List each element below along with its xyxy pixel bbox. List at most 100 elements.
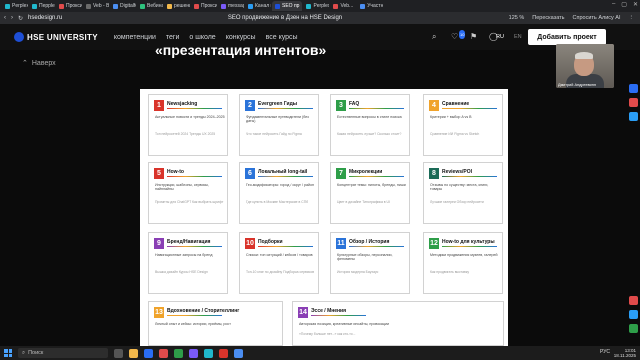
reload-icon[interactable]: ↻: [18, 15, 23, 22]
intent-card: 3 FAQ Естественные вопросы в стиле поиска К…: [330, 94, 410, 156]
forward-icon[interactable]: ›: [11, 15, 13, 21]
bookmark-icon[interactable]: ⚑: [470, 32, 479, 41]
browser-tab[interactable]: Veb - Booc: [83, 1, 109, 11]
intent-number: 11: [336, 238, 346, 249]
tab-favicon-icon: [194, 3, 199, 9]
intent-number: 7: [336, 168, 346, 179]
retell-button[interactable]: Пересказать: [532, 15, 564, 21]
sidebar-app-icon[interactable]: [629, 84, 638, 93]
url-field[interactable]: hsedesign.ru: [28, 15, 62, 21]
taskview-icon[interactable]: [114, 348, 123, 358]
lang-ru[interactable]: RU: [496, 34, 504, 40]
intent-title: How-to для культуры: [442, 239, 495, 245]
browser-tab[interactable]: решение по: [164, 1, 190, 11]
page-title: SEO продвижение в Дзен на HSE Design: [227, 15, 343, 21]
input-language[interactable]: РУС: [600, 349, 610, 355]
browser-tab[interactable]: SEO пр: [272, 1, 303, 11]
chrome-icon[interactable]: [174, 348, 183, 358]
sidebar-app-icon[interactable]: [629, 296, 638, 305]
close-icon[interactable]: ✕: [633, 1, 638, 8]
taskbar-search[interactable]: ⌕ Поиск: [18, 348, 108, 358]
browser-tab[interactable]: Perplexity: [2, 1, 28, 11]
app-icon[interactable]: [219, 348, 228, 358]
search-icon[interactable]: ⌕: [432, 32, 441, 41]
intent-card: 1 Newsjacking Актуальные новости и тренды …: [148, 94, 228, 156]
app-icon[interactable]: [204, 348, 213, 358]
sidebar-app-icon[interactable]: [629, 324, 638, 333]
intent-number: 1: [154, 100, 164, 111]
intent-examples: Топ нейросетей 2024 Тренды UX 2025: [155, 132, 216, 136]
nav-item-tags[interactable]: теги: [166, 34, 179, 41]
nav-item-all-courses[interactable]: все курсы: [266, 34, 298, 41]
menu-icon[interactable]: ⋮: [629, 15, 635, 21]
explorer-icon[interactable]: [129, 348, 138, 358]
main-nav: компетенции теги о школе конкурсы все ку…: [114, 34, 298, 41]
intent-examples: Промпты для ChatGPT Как выбрать шрифт: [155, 200, 224, 204]
intent-description: Методики продвижения музеев, галерей: [430, 253, 498, 257]
browser-tab[interactable]: Вебинары: [137, 1, 163, 11]
maximize-icon[interactable]: ▢: [621, 1, 627, 8]
intent-description: Списки: топ ситуаций / кейсов / товаров: [246, 253, 313, 257]
intent-card: 6 Локальный long-tail Гео-модификаторы: го…: [239, 162, 319, 224]
telegram-icon[interactable]: [144, 348, 153, 358]
browser-tab[interactable]: Участник: [357, 1, 383, 11]
app-icon[interactable]: [189, 348, 198, 358]
intent-number: 8: [429, 168, 439, 179]
browser-tab[interactable]: Перplexity: [29, 1, 55, 11]
intent-description: Актуальные новости и тренды 2024–2025: [155, 115, 225, 119]
sidebar-app-icon[interactable]: [629, 310, 638, 319]
slide-heading: «презентация интентов»: [155, 42, 327, 58]
ask-alice-button[interactable]: Спросить Алису AI: [573, 15, 621, 21]
back-icon[interactable]: ‹: [4, 15, 6, 21]
minimize-icon[interactable]: –: [612, 1, 615, 8]
tab-favicon-icon: [221, 3, 226, 9]
intent-title: Вдохновение / Сторителлинг: [167, 308, 240, 314]
hse-logo[interactable]: HSE UNIVERSITY: [14, 32, 98, 42]
intent-divider: [442, 176, 497, 177]
intent-title: Микролекции: [349, 169, 383, 175]
intent-number: 2: [245, 100, 255, 111]
browser-tab[interactable]: Прокси: [191, 1, 217, 11]
add-project-button[interactable]: Добавить проект: [528, 29, 606, 45]
intent-examples: Лучшие галереи Обзор нейросети: [430, 200, 484, 204]
lang-en[interactable]: EN: [514, 34, 522, 40]
taskbar-clock[interactable]: 13:01 18.11.2025: [614, 348, 636, 358]
browser-tab[interactable]: Прокси: [56, 1, 82, 11]
intent-number: 12: [429, 238, 439, 249]
nav-item-competencies[interactable]: компетенции: [114, 34, 156, 41]
browser-tab[interactable]: messager: [218, 1, 244, 11]
notifications-icon[interactable]: ♡ 10: [451, 30, 466, 41]
intent-description: Естественные вопросы в стиле поиска: [337, 115, 402, 119]
intent-card: 13 Вдохновение / Сторителлинг Личный опыт …: [148, 301, 283, 346]
intent-title: Локальный long-tail: [258, 169, 308, 175]
sidebar-app-icon[interactable]: [629, 98, 638, 107]
tab-label: решение по: [174, 3, 190, 9]
windows-start-icon[interactable]: [4, 349, 12, 357]
tab-label: Перplexity: [39, 3, 55, 9]
browser-tab[interactable]: Veb...: [330, 1, 356, 11]
intent-card: 11 Обзор / История Культурные обзоры, перс…: [330, 232, 410, 294]
browser-tab[interactable]: Канал по: [245, 1, 271, 11]
intent-description: Концентрат темы: пилоты, бренды, ниши: [337, 183, 406, 187]
window-controls: – ▢ ✕: [612, 1, 638, 8]
app-icon[interactable]: [234, 348, 243, 358]
intent-title: Подборки: [258, 239, 283, 245]
browser-tab[interactable]: Digitalfer: [110, 1, 136, 11]
intent-title: Обзор / История: [349, 239, 390, 245]
intent-examples: «Почему больше нет...» как кто-то...: [299, 332, 356, 336]
video-call-thumbnail[interactable]: Дмитрий Андреевинн: [556, 44, 614, 88]
intent-presentation-slide: 1 Newsjacking Актуальные новости и тренды …: [140, 89, 508, 348]
zoom-level[interactable]: 125 %: [509, 15, 525, 21]
nav-item-about[interactable]: о школе: [189, 34, 215, 41]
intent-examples: Где купить в Москве Мастерские в СПб: [246, 200, 309, 204]
nav-item-contests[interactable]: конкурсы: [226, 34, 256, 41]
browser-tab[interactable]: Perplexity: [303, 1, 329, 11]
tab-label: Veb - Booc: [93, 3, 109, 9]
yandex-browser-icon[interactable]: [159, 348, 168, 358]
back-to-top-link[interactable]: ⌃ Наверх: [22, 59, 56, 68]
intent-card: 14 Эссе / Мнения Авторская позиция, креати…: [292, 301, 504, 346]
hse-logo-icon: [14, 32, 24, 42]
sidebar-app-icon[interactable]: [629, 112, 638, 121]
tab-favicon-icon: [32, 3, 37, 9]
intent-title: Бренд/Навигация: [167, 239, 211, 245]
